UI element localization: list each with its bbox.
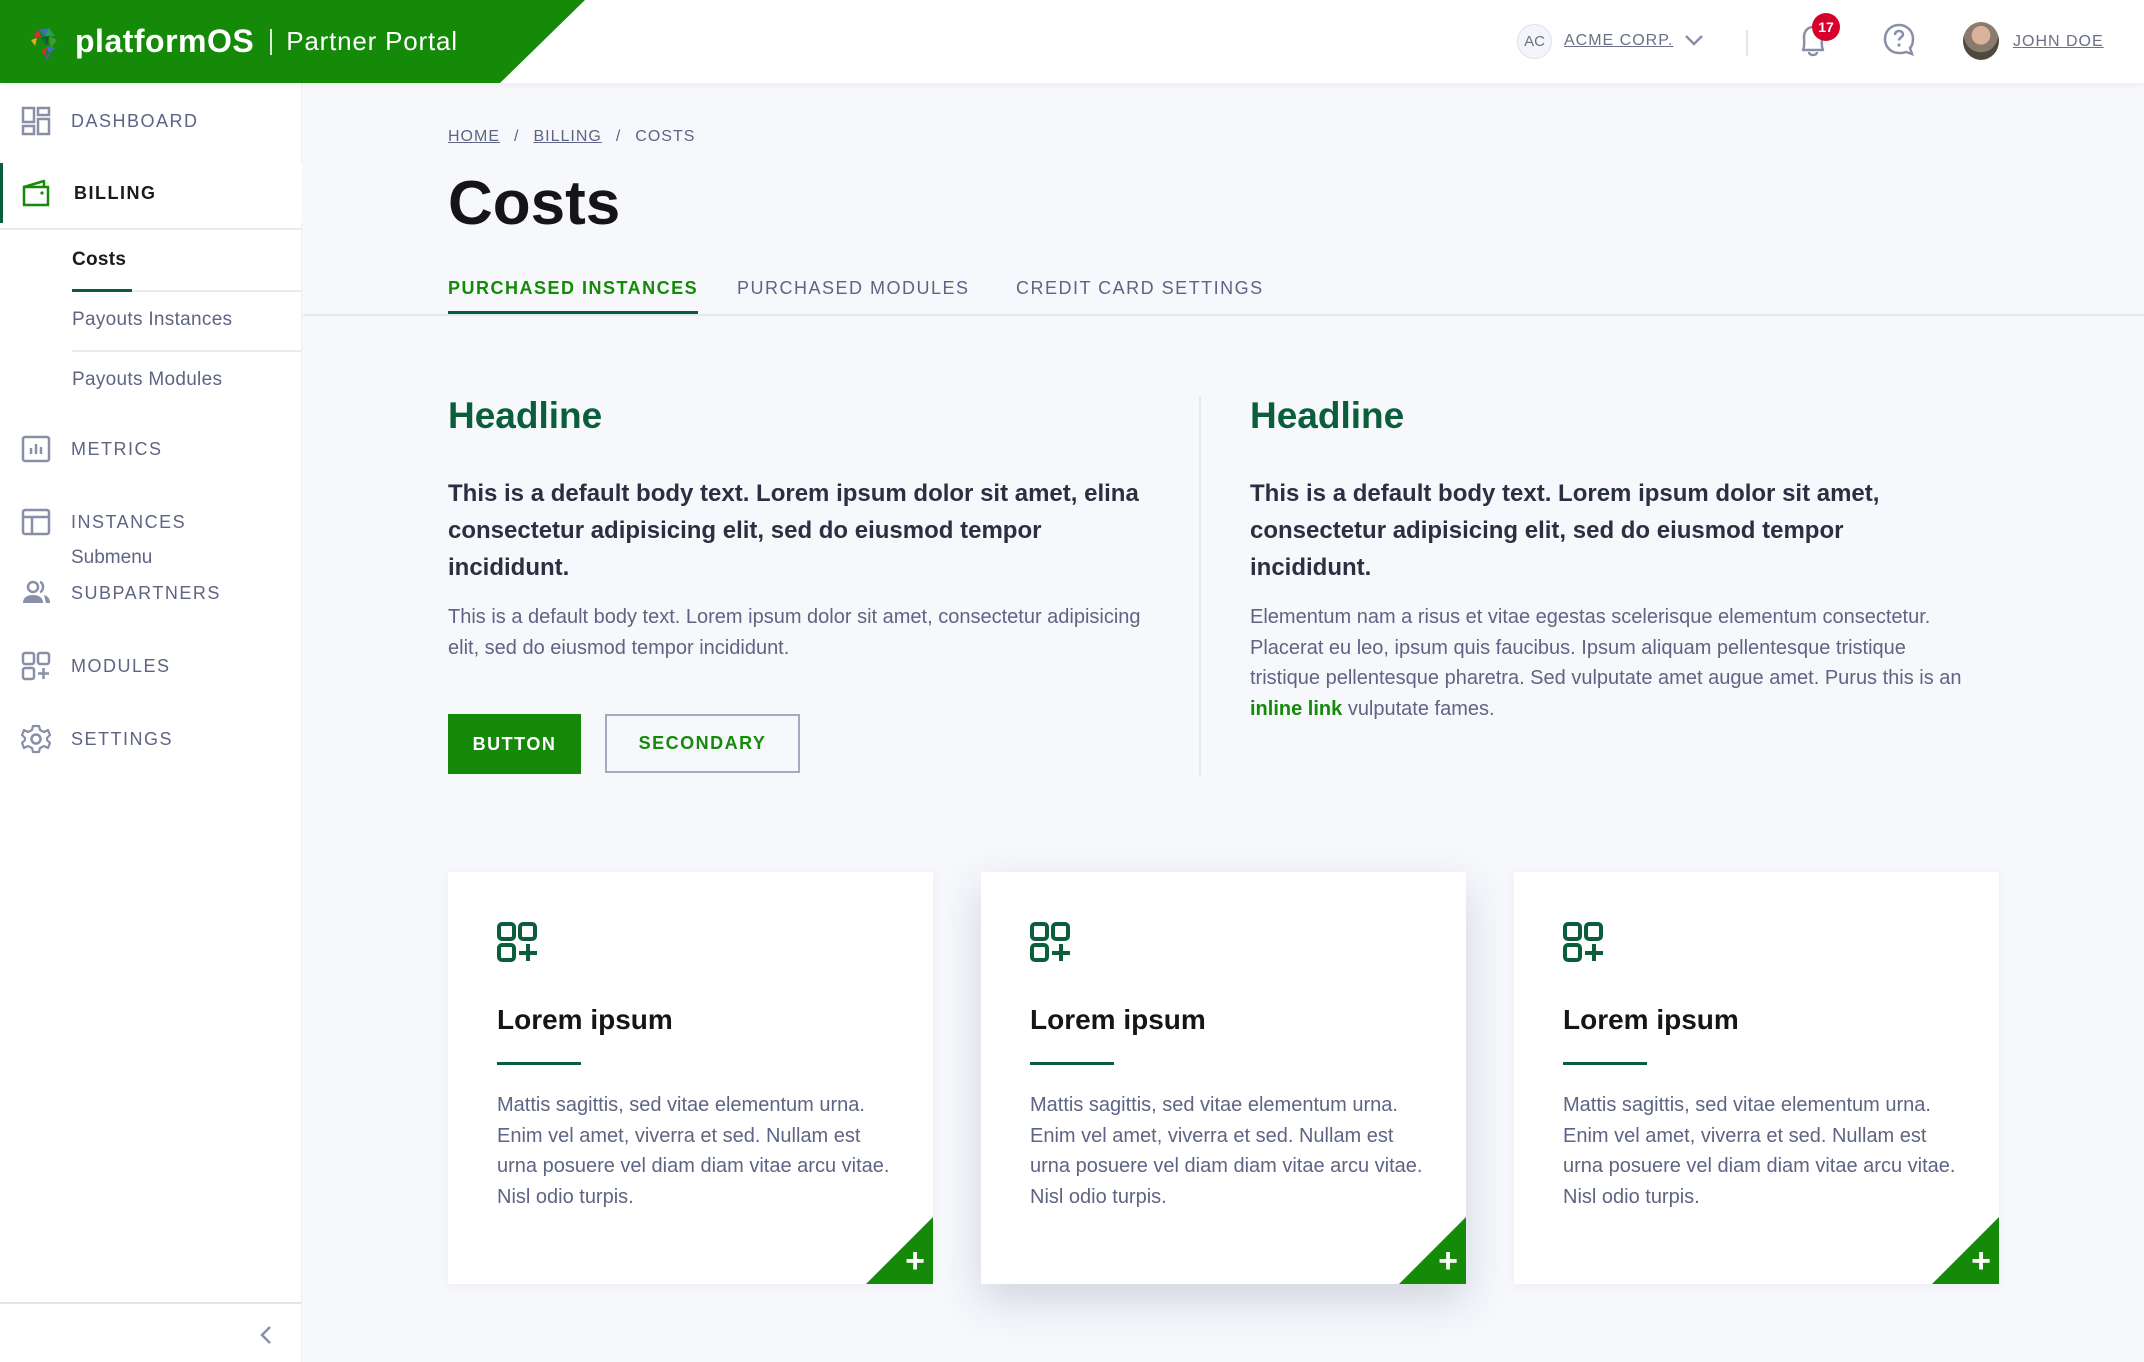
sidebar-subitem-label: Costs <box>72 249 127 270</box>
breadcrumb-current: COSTS <box>635 128 696 145</box>
divider <box>72 350 302 352</box>
body-paragraph: Elementum nam a risus et vitae egestas s… <box>1250 602 1970 724</box>
tab-purchased-instances[interactable]: PURCHASED INSTANCES <box>448 278 699 314</box>
primary-button[interactable]: BUTTON <box>448 714 581 774</box>
content-column-left: Headline This is a default body text. Lo… <box>448 395 1168 663</box>
brand-banner[interactable]: platformOS Partner Portal <box>0 0 585 83</box>
plus-icon: + <box>1971 1242 1991 1280</box>
dashboard-icon <box>21 106 51 136</box>
breadcrumb-separator: / <box>615 128 622 145</box>
header-divider <box>1746 30 1748 56</box>
chameleon-logo-icon <box>31 27 57 60</box>
tab-credit-card-settings[interactable]: CREDIT CARD SETTINGS <box>1016 278 1264 311</box>
user-avatar[interactable] <box>1963 22 1999 60</box>
sidebar-item-label: INSTANCES <box>71 511 187 532</box>
brand-divider <box>270 28 273 55</box>
card-text: Mattis sagittis, sed vitae elementum urn… <box>497 1094 890 1208</box>
breadcrumb-billing-link[interactable]: BILLING <box>533 128 601 146</box>
breadcrumb-separator: / <box>514 128 520 145</box>
headline: Headline <box>448 395 603 436</box>
body-paragraph: This is a default body text. Lorem ipsum… <box>448 606 1141 659</box>
breadcrumb: HOME / BILLING / COSTS <box>448 128 695 146</box>
user-profile-link[interactable]: JOHN DOE <box>2013 33 2104 51</box>
notification-badge: 17 <box>1812 13 1840 41</box>
active-indicator <box>72 289 132 292</box>
portal-name: Partner Portal <box>286 26 458 56</box>
modules-icon <box>497 922 537 962</box>
sidebar: DASHBOARD BILLING Costs Payouts Instance… <box>0 83 302 1362</box>
page-title: Costs <box>448 169 621 238</box>
modules-icon <box>21 651 51 681</box>
tab-purchased-modules[interactable]: PURCHASED MODULES <box>737 278 970 311</box>
divider <box>0 228 302 230</box>
sidebar-item-settings[interactable]: SETTINGS <box>0 709 302 769</box>
sidebar-subitem-label: Payouts Modules <box>72 369 223 390</box>
plus-icon: + <box>1438 1242 1458 1280</box>
breadcrumb-home-link[interactable]: HOME <box>448 128 500 146</box>
card-title: Lorem ipsum <box>1563 1004 1739 1035</box>
card-accent-bar <box>1030 1062 1114 1065</box>
org-switcher-link[interactable]: ACME CORP. <box>1564 32 1673 50</box>
sidebar-item-instances[interactable]: INSTANCES <box>0 492 302 552</box>
divider <box>0 1302 302 1304</box>
collapse-sidebar-chevron-left-icon[interactable] <box>256 1323 276 1347</box>
modules-icon <box>1030 922 1070 962</box>
feature-card[interactable]: Lorem ipsum Mattis sagittis, sed vitae e… <box>448 872 933 1284</box>
sidebar-subitem-payouts-instances[interactable]: Payouts Instances <box>72 293 302 351</box>
sidebar-subitem-costs[interactable]: Costs <box>72 233 302 291</box>
plus-icon: + <box>905 1242 925 1280</box>
lead-paragraph: This is a default body text. Lorem ipsum… <box>1250 480 1880 581</box>
top-header: platformOS Partner Portal AC ACME CORP. … <box>0 0 2144 83</box>
sidebar-item-modules[interactable]: MODULES <box>0 636 302 696</box>
users-icon <box>23 580 50 603</box>
sidebar-item-subpartners[interactable]: SUBPARTNERS <box>0 563 302 623</box>
tab-bar: PURCHASED INSTANCES PURCHASED MODULES CR… <box>303 270 2144 316</box>
wallet-icon <box>22 179 50 207</box>
card-text: Mattis sagittis, sed vitae elementum urn… <box>1563 1094 1956 1208</box>
sidebar-item-label: SUBPARTNERS <box>71 582 221 603</box>
gear-icon <box>20 724 52 754</box>
chevron-down-icon[interactable] <box>1684 33 1704 47</box>
content-column-right: Headline This is a default body text. Lo… <box>1250 395 1970 724</box>
feature-card[interactable]: Lorem ipsum Mattis sagittis, sed vitae e… <box>981 872 1466 1284</box>
sidebar-subitem-payouts-modules[interactable]: Payouts Modules <box>72 353 302 411</box>
bar-chart-icon <box>21 435 51 463</box>
org-avatar[interactable]: AC <box>1517 24 1552 59</box>
modules-icon <box>1563 922 1603 962</box>
headline: Headline <box>1250 395 1405 436</box>
sidebar-item-label: DASHBOARD <box>71 110 199 131</box>
sidebar-item-label: MODULES <box>71 655 171 676</box>
feature-card[interactable]: Lorem ipsum Mattis sagittis, sed vitae e… <box>1514 872 1999 1284</box>
sidebar-item-billing[interactable]: BILLING <box>0 163 302 223</box>
sidebar-item-dashboard[interactable]: DASHBOARD <box>0 91 302 151</box>
sidebar-subitem-label: Payouts Instances <box>72 309 233 330</box>
help-icon[interactable] <box>1882 22 1916 58</box>
card-text: Mattis sagittis, sed vitae elementum urn… <box>1030 1094 1423 1208</box>
body-text: vulputate fames. <box>1347 697 1495 720</box>
brand-name: platformOS <box>75 23 255 59</box>
column-divider <box>1199 397 1201 777</box>
card-title: Lorem ipsum <box>497 1004 673 1035</box>
sidebar-item-label: SETTINGS <box>71 728 174 749</box>
card-title: Lorem ipsum <box>1030 1004 1206 1035</box>
lead-paragraph: This is a default body text. Lorem ipsum… <box>448 480 1139 581</box>
body-text: Elementum nam a risus et vitae egestas s… <box>1250 606 1962 689</box>
sidebar-item-metrics[interactable]: METRICS <box>0 419 302 479</box>
sidebar-item-label: BILLING <box>74 182 157 203</box>
card-accent-bar <box>1563 1062 1647 1065</box>
inline-link[interactable]: inline link <box>1250 698 1342 720</box>
secondary-button[interactable]: SECONDARY <box>605 714 800 773</box>
layout-icon <box>21 508 51 536</box>
card-accent-bar <box>497 1062 581 1065</box>
sidebar-item-label: METRICS <box>71 438 163 459</box>
